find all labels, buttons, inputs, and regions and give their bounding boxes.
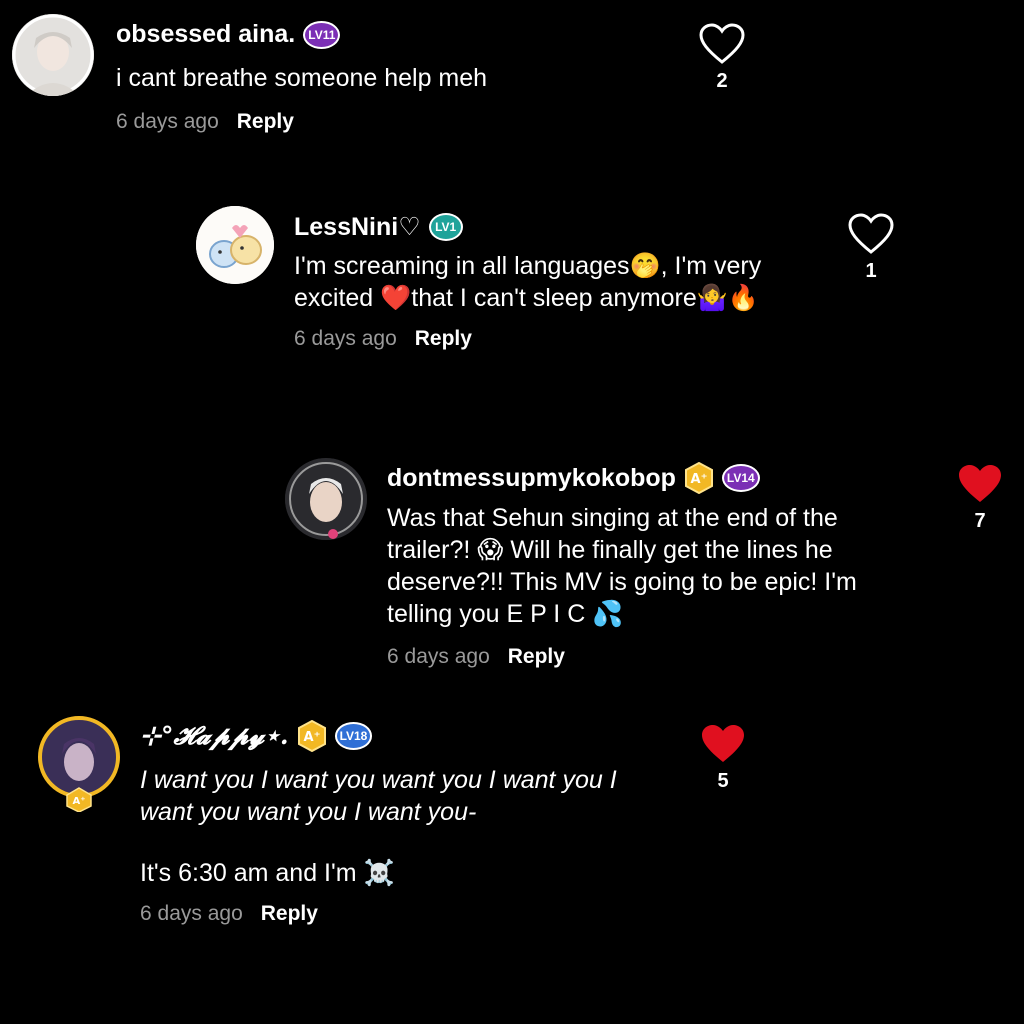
heart-filled-icon <box>959 465 1001 502</box>
heart-outline-icon <box>848 213 894 254</box>
user-avatar-photo-icon: A⁺ <box>38 716 120 812</box>
heart-outline-icon <box>699 23 745 64</box>
achievement-a-badge-icon: A⁺ <box>297 720 326 752</box>
svg-text:A⁺: A⁺ <box>72 796 85 807</box>
comment-text-line: It's 6:30 am and I'm ☠️ <box>140 859 395 887</box>
level-badge: LV11 <box>303 20 341 49</box>
like-button[interactable]: 1 <box>841 212 901 283</box>
comment-text-line: Was that Sehun singing at the end of the <box>387 504 838 532</box>
comment-text: Was that Sehun singing at the end of the… <box>387 502 947 630</box>
like-button[interactable]: 7 <box>950 462 1010 533</box>
comment-text-line: want you want you I want you- <box>140 798 477 826</box>
comment-text-line: I'm screaming in all languages🤭, I'm ver… <box>294 252 762 280</box>
reply-button[interactable]: Reply <box>261 902 318 926</box>
avatar[interactable] <box>196 206 274 284</box>
avatar[interactable]: A⁺ <box>38 716 120 812</box>
username[interactable]: dontmessupmykokobop <box>387 464 676 493</box>
svg-text:A⁺: A⁺ <box>690 472 707 487</box>
timestamp: 6 days ago <box>140 902 243 925</box>
comment-meta: 6 days ago Reply <box>387 645 565 669</box>
like-count: 2 <box>716 70 728 92</box>
username[interactable]: obsessed aina. <box>116 20 295 49</box>
reply-button[interactable]: Reply <box>237 110 294 134</box>
level-badge: LV1 <box>428 213 463 241</box>
reply-button[interactable]: Reply <box>508 645 565 669</box>
user-avatar-photo-icon <box>285 458 367 540</box>
like-button[interactable]: 5 <box>693 722 753 793</box>
username[interactable]: LessNini♡ <box>294 212 421 242</box>
comment-text: i cant breathe someone help meh <box>116 64 488 92</box>
comment-text-line: telling you E P I C 💦 <box>387 600 624 628</box>
like-count: 7 <box>974 510 986 532</box>
comment-4: A⁺ ⊹°𝓗𝓪𝓹𝓹𝔂⋆. A⁺ LV18 I want you I want y… <box>0 710 1024 950</box>
user-avatar-photo-icon <box>12 14 94 96</box>
comment-text: I'm screaming in all languages🤭, I'm ver… <box>294 250 814 314</box>
username-row: LessNini♡ LV1 <box>294 212 463 242</box>
timestamp: 6 days ago <box>116 110 219 133</box>
comment-text-line: excited ❤️that I can't sleep anymore🤷‍♀️… <box>294 284 760 312</box>
comment-text: I want you I want you want you I want yo… <box>140 764 660 828</box>
avatar[interactable] <box>285 458 367 540</box>
username-row: obsessed aina. LV11 <box>116 20 341 49</box>
reply-button[interactable]: Reply <box>415 327 472 351</box>
username-row: ⊹°𝓗𝓪𝓹𝓹𝔂⋆. A⁺ LV18 <box>140 720 373 752</box>
cartoon-couple-avatar-icon <box>196 206 274 284</box>
like-count: 1 <box>865 260 877 282</box>
comment-text-line: trailer?! 😱 Will he finally get the line… <box>387 536 833 564</box>
like-button[interactable]: 2 <box>692 22 752 93</box>
timestamp: 6 days ago <box>294 327 397 350</box>
comment-1: obsessed aina. LV11 i cant breathe someo… <box>0 0 1024 150</box>
comment-meta: 6 days ago Reply <box>294 327 472 351</box>
comment-meta: 6 days ago Reply <box>116 110 294 134</box>
username[interactable]: ⊹°𝓗𝓪𝓹𝓹𝔂⋆. <box>140 721 289 751</box>
achievement-a-badge-icon: A⁺ <box>684 462 713 494</box>
svg-text:A⁺: A⁺ <box>303 730 320 745</box>
timestamp: 6 days ago <box>387 645 490 668</box>
like-count: 5 <box>717 770 729 792</box>
comment-text-line: I want you I want you want you I want yo… <box>140 766 617 794</box>
comment-meta: 6 days ago Reply <box>140 902 318 926</box>
username-row: dontmessupmykokobop A⁺ LV14 <box>387 462 760 494</box>
comment-3: dontmessupmykokobop A⁺ LV14 Was that Seh… <box>0 450 1024 690</box>
heart-filled-icon <box>702 725 744 762</box>
comment-2: LessNini♡ LV1 I'm screaming in all langu… <box>0 190 1024 370</box>
level-badge: LV14 <box>721 464 760 492</box>
avatar[interactable] <box>12 14 94 96</box>
comment-text-line: deserve?!! This MV is going to be epic! … <box>387 568 857 596</box>
level-badge: LV18 <box>334 722 373 750</box>
